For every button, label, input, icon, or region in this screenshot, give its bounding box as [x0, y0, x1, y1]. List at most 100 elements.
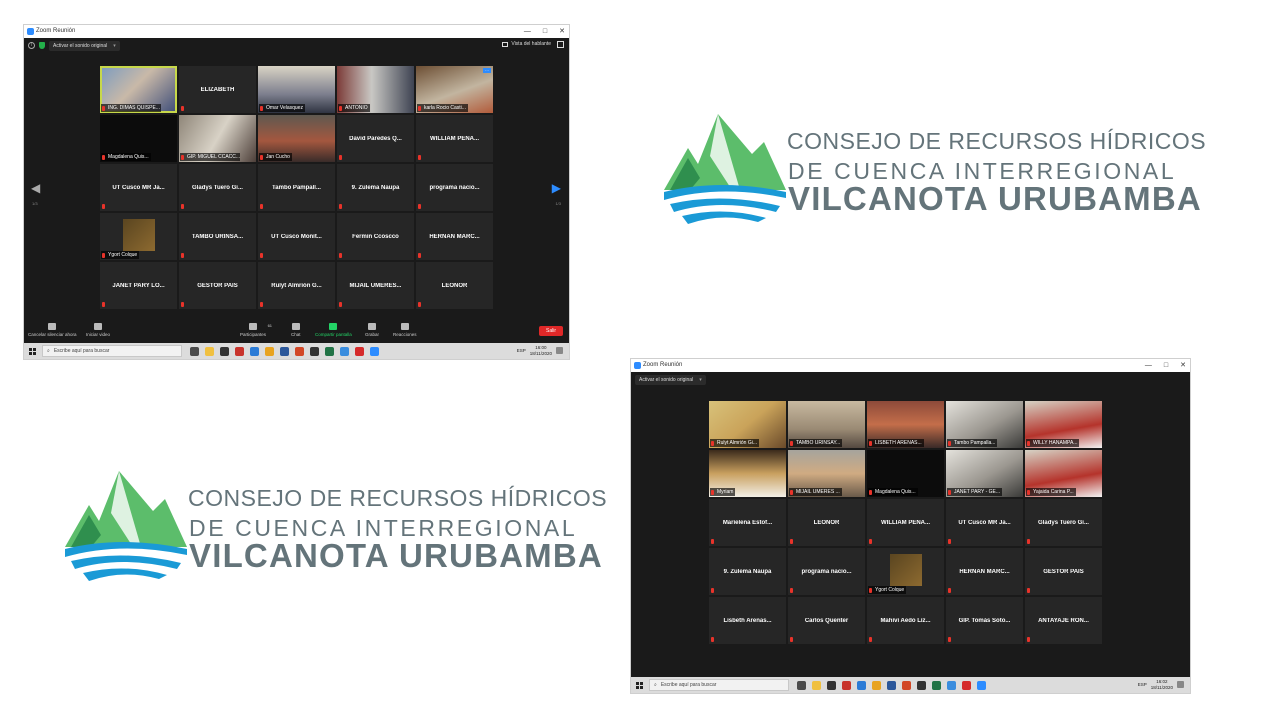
- file-explorer-icon[interactable]: [812, 680, 821, 690]
- participant-tile[interactable]: GIP. Tomás Soto...: [946, 597, 1023, 644]
- file-explorer-icon[interactable]: [205, 346, 214, 356]
- photos-icon[interactable]: [340, 346, 349, 356]
- language-indicator[interactable]: ESP: [1138, 682, 1147, 687]
- participant-tile[interactable]: Ygort Colque: [100, 213, 177, 260]
- participant-tile[interactable]: GIP. MIGUEL CCACC...: [179, 115, 256, 162]
- participant-tile[interactable]: Rulyt Almrión Gi...: [709, 401, 786, 448]
- maximize-button[interactable]: □: [543, 25, 547, 38]
- video-button[interactable]: Iniciar video: [86, 323, 110, 337]
- excel-icon[interactable]: [932, 680, 941, 690]
- participant-tile[interactable]: UT Cusco MR Ja...: [946, 499, 1023, 546]
- participant-tile[interactable]: Lisbeth Arenas...: [709, 597, 786, 644]
- participant-tile[interactable]: TAMBO URINSAY...: [788, 401, 865, 448]
- participant-tile[interactable]: Marielena Estof...: [709, 499, 786, 546]
- participant-tile[interactable]: ANTONIO: [337, 66, 414, 113]
- close-button[interactable]: ✕: [1180, 359, 1186, 372]
- clock[interactable]: 16:00 18/11/2020: [530, 345, 552, 356]
- taskbar-search[interactable]: ⌕ Escribe aquí para buscar: [649, 679, 789, 691]
- powerpoint-icon[interactable]: [295, 346, 304, 356]
- original-sound-button[interactable]: Activar el sonido original ▾: [49, 40, 120, 51]
- shield-icon[interactable]: [39, 42, 45, 49]
- participant-tile[interactable]: karla Rocio Casti... ···: [416, 66, 493, 113]
- info-icon[interactable]: i: [28, 42, 35, 49]
- participant-tile[interactable]: JANET PARY LO...: [100, 262, 177, 309]
- participant-tile[interactable]: UT Cusco Monit...: [258, 213, 335, 260]
- next-page-arrow-icon[interactable]: ▶: [552, 181, 561, 195]
- participant-tile[interactable]: HERNAN MARC...: [946, 548, 1023, 595]
- zoom-taskbar-icon[interactable]: [977, 680, 986, 690]
- participant-tile[interactable]: Carlos Quenter: [788, 597, 865, 644]
- windows-start-icon[interactable]: [29, 347, 36, 355]
- participant-tile[interactable]: UT Cusco MR Ja...: [100, 164, 177, 211]
- participant-tile[interactable]: 9. Zulema Ñaupa: [337, 164, 414, 211]
- participant-tile[interactable]: Ygort Colque: [867, 548, 944, 595]
- store-icon[interactable]: [220, 346, 229, 356]
- notification-icon[interactable]: [1177, 681, 1184, 688]
- language-indicator[interactable]: ESP: [517, 348, 526, 353]
- photos-icon[interactable]: [947, 680, 956, 690]
- participant-tile[interactable]: programa nacio...: [788, 548, 865, 595]
- participant-tile[interactable]: David Paredes Q...: [337, 115, 414, 162]
- maximize-button[interactable]: □: [1164, 359, 1168, 372]
- app-dark-icon[interactable]: [310, 346, 319, 356]
- participant-tile[interactable]: Gladys Tuero Gi...: [1025, 499, 1102, 546]
- app-red-icon[interactable]: [235, 346, 244, 356]
- task-view-icon[interactable]: [797, 680, 806, 690]
- participant-tile[interactable]: MIJAIL UMERES...: [337, 262, 414, 309]
- more-options-icon[interactable]: ···: [483, 68, 491, 73]
- participant-tile[interactable]: ELIZABETH: [179, 66, 256, 113]
- participant-tile[interactable]: GESTOR PAIS: [179, 262, 256, 309]
- word-icon[interactable]: [887, 680, 896, 690]
- participant-tile[interactable]: Magdalena Quis...: [867, 450, 944, 497]
- participant-tile[interactable]: Mahivi Aedo Liz...: [867, 597, 944, 644]
- participant-tile[interactable]: WILLIAM PEÑA...: [416, 115, 493, 162]
- close-button[interactable]: ✕: [559, 25, 565, 38]
- participant-tile[interactable]: programa nacio...: [416, 164, 493, 211]
- participant-tile[interactable]: TAMBO URINSA...: [179, 213, 256, 260]
- participant-tile[interactable]: Omar Velasquez: [258, 66, 335, 113]
- store-icon[interactable]: [827, 680, 836, 690]
- notification-icon[interactable]: [556, 347, 563, 354]
- participants-button[interactable]: 61 Participantes: [240, 323, 272, 337]
- fullscreen-icon[interactable]: [557, 41, 564, 48]
- participant-tile[interactable]: Gladys Tuero Gi...: [179, 164, 256, 211]
- pdf-icon[interactable]: [962, 680, 971, 690]
- minimize-button[interactable]: —: [1145, 359, 1152, 372]
- participant-tile[interactable]: LEONOR: [416, 262, 493, 309]
- taskbar-search[interactable]: ⌕ Escribe aquí para buscar: [42, 345, 182, 357]
- participant-tile[interactable]: Tambo Pampall...: [258, 164, 335, 211]
- participant-tile[interactable]: 9. Zulema Ñaupa: [709, 548, 786, 595]
- leave-button[interactable]: Salir: [539, 326, 563, 336]
- share-screen-button[interactable]: Compartir pantalla: [315, 323, 352, 337]
- word-icon[interactable]: [280, 346, 289, 356]
- participant-tile[interactable]: GESTOR PAIS: [1025, 548, 1102, 595]
- mail-icon[interactable]: [857, 680, 866, 690]
- participant-tile[interactable]: WILLY HANAMPA...: [1025, 401, 1102, 448]
- record-button[interactable]: Grabar: [365, 323, 379, 337]
- participant-tile[interactable]: Yajaida Carina P...: [1025, 450, 1102, 497]
- participant-tile[interactable]: LEONOR: [788, 499, 865, 546]
- app-dark-icon[interactable]: [917, 680, 926, 690]
- participant-tile[interactable]: WILLIAM PEÑA...: [867, 499, 944, 546]
- prev-page-arrow-icon[interactable]: ◀: [31, 181, 40, 195]
- reactions-button[interactable]: Reacciones: [393, 323, 417, 337]
- excel-icon[interactable]: [325, 346, 334, 356]
- app-red-icon[interactable]: [842, 680, 851, 690]
- clock[interactable]: 16:02 18/11/2020: [1151, 679, 1173, 690]
- participant-tile[interactable]: MIJAIL UMERES ...: [788, 450, 865, 497]
- chrome-icon[interactable]: [265, 346, 274, 356]
- speaker-view-button[interactable]: Vista del hablante: [502, 41, 551, 47]
- participant-tile[interactable]: ANTAYAJE RON...: [1025, 597, 1102, 644]
- mail-icon[interactable]: [250, 346, 259, 356]
- zoom-taskbar-icon[interactable]: [370, 346, 379, 356]
- powerpoint-icon[interactable]: [902, 680, 911, 690]
- chat-button[interactable]: Chat: [291, 323, 301, 337]
- participant-tile[interactable]: Magdalena Quis...: [100, 115, 177, 162]
- participant-tile[interactable]: LISBETH ARENAS...: [867, 401, 944, 448]
- participant-tile[interactable]: HERNAN MARC...: [416, 213, 493, 260]
- participant-tile[interactable]: Tambo Pampalla...: [946, 401, 1023, 448]
- participant-tile[interactable]: ING. DIMAS QUISPE...: [100, 66, 177, 113]
- task-view-icon[interactable]: [190, 346, 199, 356]
- participant-tile[interactable]: Fermin Ccoscco: [337, 213, 414, 260]
- minimize-button[interactable]: —: [524, 25, 531, 38]
